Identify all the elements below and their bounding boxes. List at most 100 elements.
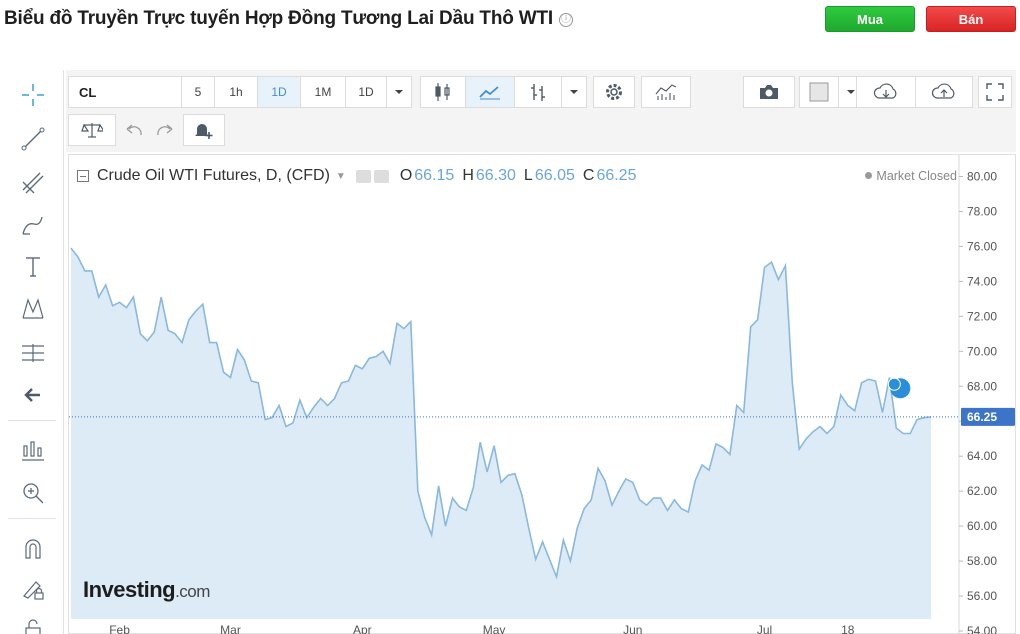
legend-collapse-icon[interactable] [77,170,89,182]
indicators-icon[interactable] [17,436,49,466]
candles-icon[interactable] [420,76,466,108]
data-point [500,481,502,483]
interval-1m[interactable]: 1M [300,76,346,108]
data-point [569,560,571,562]
legend-visibility-icon[interactable] [355,169,371,183]
data-point [320,397,322,399]
close-key: C [582,167,595,184]
data-point [347,380,349,382]
color-swatch[interactable] [799,76,839,108]
data-point [736,404,738,406]
undo-icon[interactable] [119,114,149,146]
market-status-text: Market Closed [876,169,957,183]
data-point [264,418,266,420]
fibonacci-icon[interactable] [17,168,49,198]
data-point [819,425,821,427]
x-tick-label: Jun [623,623,642,634]
data-point [139,333,141,335]
trend-line-icon[interactable] [17,124,49,154]
interval-1d[interactable]: 1D [257,76,301,108]
data-point [292,422,294,424]
fullscreen-icon[interactable] [978,76,1012,108]
buy-button[interactable]: Mua [825,6,915,32]
text-tool-icon[interactable] [17,252,49,282]
brand-name: Investing [83,577,176,602]
data-point [902,432,904,434]
data-point [472,487,474,489]
data-point [202,303,204,305]
data-point [451,497,453,499]
measure-icon[interactable] [17,338,49,368]
camera-icon[interactable] [743,76,795,108]
x-tick-label: May [483,623,506,634]
pattern-icon[interactable] [17,294,49,324]
symbol-input[interactable]: CL [68,76,182,108]
data-point [860,382,862,384]
data-point [791,382,793,384]
info-icon[interactable]: ⓘ [558,13,573,27]
data-point [250,380,252,382]
zoom-icon[interactable] [17,478,49,508]
data-point [514,473,516,475]
legend-symbol-name: Crude Oil WTI Futures, D, (CFD) [97,167,330,184]
data-point [271,417,273,419]
interval-1h[interactable]: 1h [214,76,258,108]
lock-drawing-icon[interactable] [17,574,49,604]
lock-icon[interactable] [17,614,49,634]
market-status: Market Closed [865,169,957,183]
interval-dropdown-caret[interactable] [386,76,412,108]
data-point [105,284,107,286]
data-point [652,497,654,499]
chart-area[interactable]: 54.0056.0058.0060.0062.0064.0066.0068.00… [68,154,1016,634]
data-point [181,341,183,343]
redo-icon[interactable] [150,114,180,146]
back-arrow-icon[interactable] [17,380,49,410]
investing-logo: Investing.com [83,577,210,603]
data-point [437,485,439,487]
low-value: 66.05 [534,167,575,184]
interval-5[interactable]: 5 [181,76,215,108]
data-point [597,467,599,469]
data-point [278,404,280,406]
legend-caret-icon[interactable]: ▼ [336,171,346,182]
data-point [590,499,592,501]
cloud-download-icon[interactable] [856,76,916,108]
brush-icon[interactable] [17,210,49,240]
data-point [632,481,634,483]
data-point [763,266,765,268]
interval-dropdown[interactable]: 1D [345,76,387,108]
crosshair-icon[interactable] [17,80,49,110]
chart-type-caret[interactable] [561,76,587,108]
data-point [854,410,856,412]
sell-button[interactable]: Bán [926,6,1016,32]
data-point [750,326,752,328]
data-point [673,499,675,501]
y-tick-label: 76.00 [967,239,997,253]
data-point [826,432,828,434]
data-point [666,509,668,511]
data-point [118,301,120,303]
data-point [70,247,72,249]
data-point [694,480,696,482]
data-point [285,425,287,427]
open-value: 66.15 [414,167,455,184]
data-point [160,296,162,298]
settings-gear-icon[interactable] [593,76,635,108]
chart-toolbar: CL 5 1h 1D 1M 1D [66,70,1016,152]
page-header: Biểu đồ Truyền Trực tuyến Hợp Đồng Tương… [0,0,1020,40]
data-point [715,443,717,445]
y-tick-label: 72.00 [967,309,997,323]
studies-icon[interactable] [641,76,691,108]
compare-scale-icon[interactable] [68,114,116,146]
data-point [867,378,869,380]
data-point [743,411,745,413]
bars-icon[interactable] [514,76,562,108]
add-alert-icon[interactable] [183,114,225,146]
legend-settings-icon[interactable] [373,169,389,183]
data-point [396,322,398,324]
price-chart[interactable]: 54.0056.0058.0060.0062.0064.0066.0068.00… [69,155,1017,634]
data-point [333,397,335,399]
magnet-icon[interactable] [17,534,49,564]
cloud-upload-icon[interactable] [915,76,973,108]
area-chart-icon[interactable] [465,76,515,108]
